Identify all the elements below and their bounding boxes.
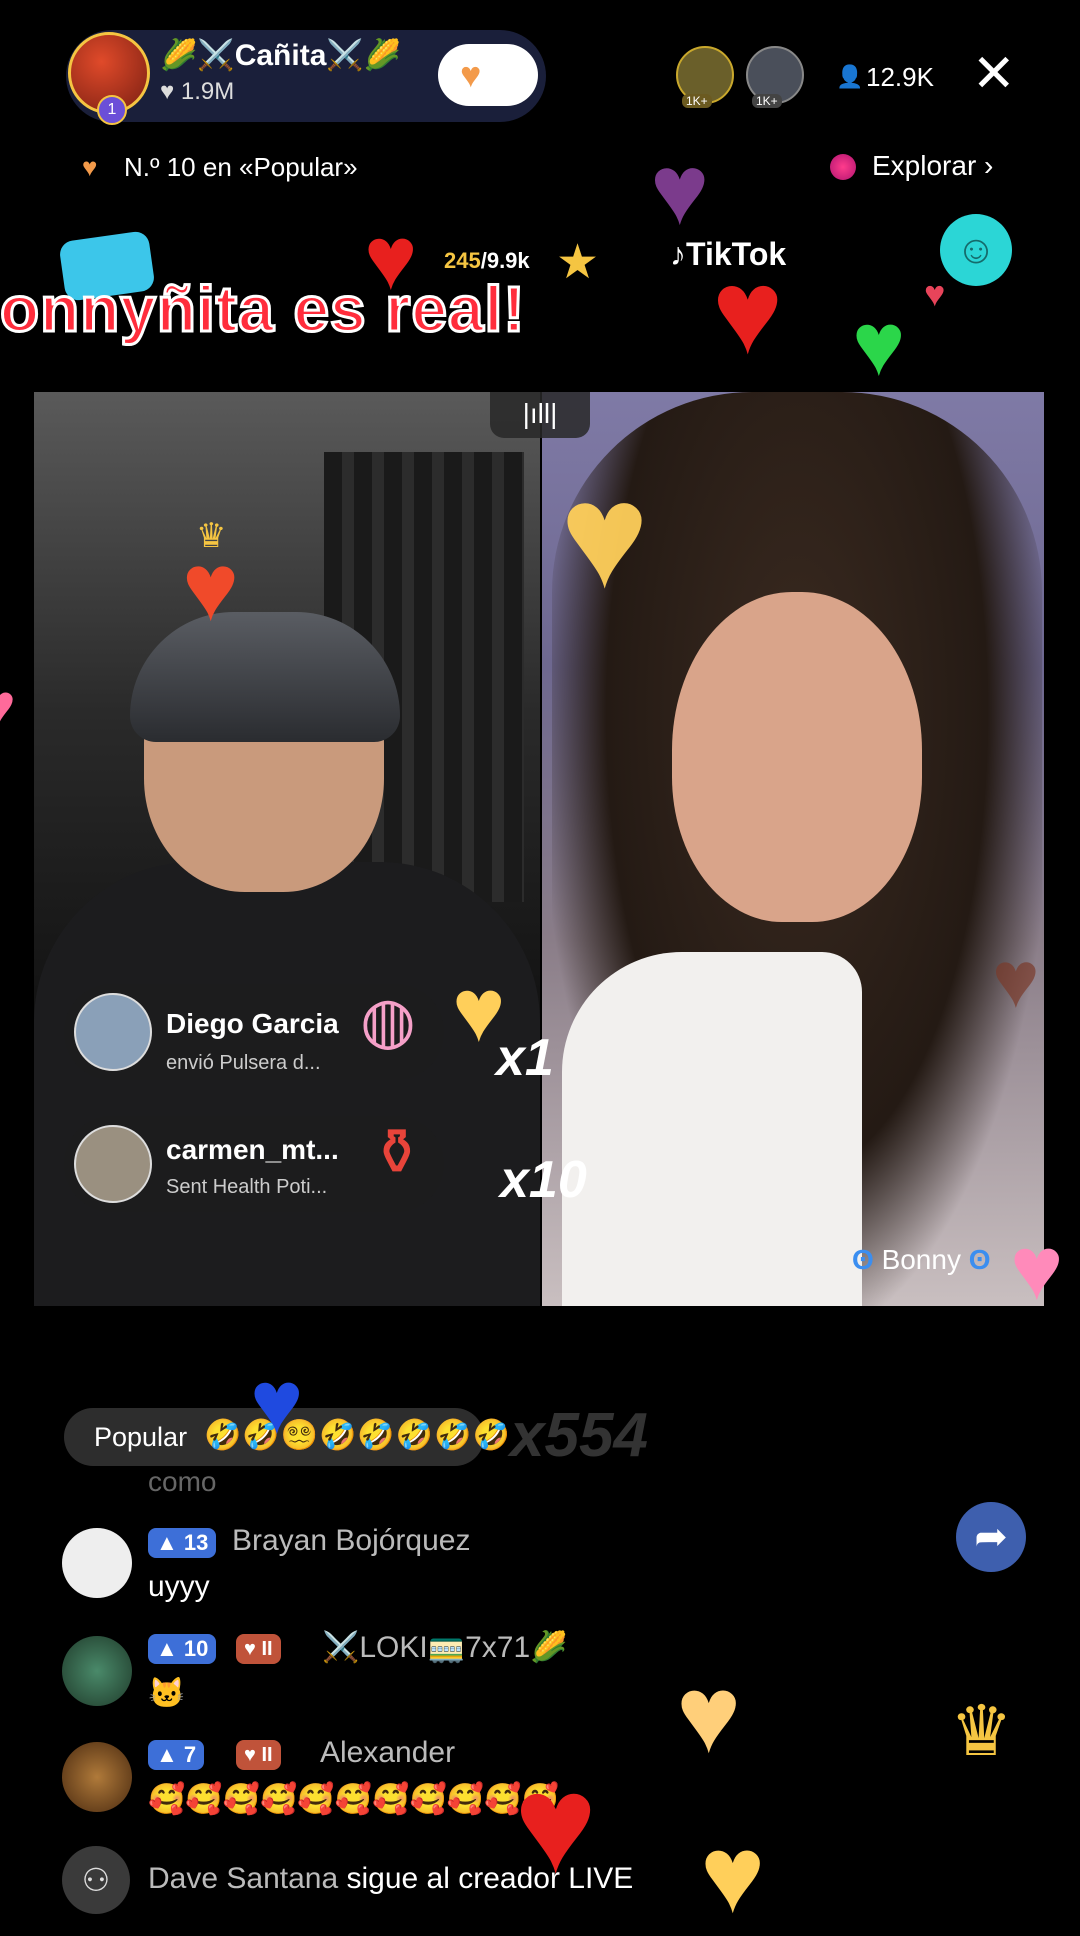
chat-message: 🐱: [148, 1677, 186, 1710]
battle-progress: 245/9.9k: [444, 248, 530, 274]
floating-heart-icon: ♥: [676, 1653, 742, 1776]
user-level-badge: ▲ 7: [148, 1740, 205, 1770]
chat-avatar[interactable]: [62, 1636, 132, 1706]
chat-avatar[interactable]: [62, 1742, 132, 1812]
star-icon: ★: [556, 236, 600, 289]
popular-label: Popular: [94, 1422, 188, 1452]
guest-name: Bonny: [881, 1244, 961, 1275]
user-level: 13: [183, 1530, 209, 1555]
user-level-badge: ▲ 13: [148, 1528, 217, 1558]
fan-club-badge: ♥ II: [236, 1740, 281, 1770]
user-level: 10: [183, 1636, 209, 1661]
floating-heart-icon: ♥: [700, 1813, 766, 1936]
floating-heart-icon: ♥: [712, 245, 784, 379]
gift-description: Sent Health Poti...: [166, 1176, 328, 1198]
chat-message: 🥰🥰🥰🥰🥰🥰🥰🥰🥰🥰🥰: [148, 1783, 559, 1816]
chat-avatar[interactable]: [62, 1528, 132, 1598]
floating-heart-icon: ♥: [452, 961, 506, 1061]
battle-progress-goal: /9.9k: [480, 248, 530, 273]
combo-counter: x554: [510, 1401, 648, 1470]
crown-icon: ♛: [950, 1692, 1013, 1770]
gift-sender-name: carmen_mt...: [166, 1134, 339, 1165]
explore-link[interactable]: Explorar ›: [872, 150, 993, 182]
battle-progress-current: 245: [444, 248, 481, 273]
floating-heart-icon: ♥: [1010, 1219, 1064, 1319]
top-viewer-avatar-2[interactable]: 1K+: [746, 46, 804, 108]
share-icon[interactable]: ➦: [956, 1502, 1026, 1572]
top-viewer-avatar-1[interactable]: 1K+: [676, 46, 734, 108]
gift-description: envió Pulsera d...: [166, 1052, 321, 1074]
guest-name-tag[interactable]: ʘ Bonny ʘ: [852, 1244, 991, 1276]
gift-sender-avatar[interactable]: [74, 1125, 152, 1203]
user-level: 7: [183, 1742, 197, 1767]
person-icon: 👤: [836, 64, 864, 89]
explore-label: Explorar: [872, 150, 977, 181]
popular-heart-icon: ♥: [82, 152, 98, 182]
smiley-balloon-icon[interactable]: ☺: [940, 214, 1012, 286]
overlay-caption: onnyñita es real!: [0, 272, 526, 347]
top-viewer-tag: 1K+: [752, 94, 782, 108]
close-icon[interactable]: ✕: [972, 48, 1016, 100]
floating-heart-icon: ♥: [0, 676, 16, 736]
floating-heart-icon: ♥: [924, 273, 946, 314]
chat-username[interactable]: ⚔️LOKI🚃7x71🌽: [322, 1630, 567, 1665]
chat-message: uyyy: [148, 1570, 210, 1603]
explore-icon: [830, 154, 856, 180]
guest-top: [562, 952, 862, 1306]
bracelet-gift-icon: ◍: [360, 984, 416, 1056]
fan-club-tier: II: [261, 1638, 273, 1660]
top-viewer-tag: 1K+: [682, 94, 712, 108]
gift-multiplier: x10: [500, 1151, 587, 1209]
follow-user-icon: ⚇: [62, 1846, 130, 1914]
floating-heart-icon: ♥: [364, 209, 418, 309]
floating-heart-icon: ♥: [250, 1353, 304, 1453]
user-level-badge: ▲ 10: [148, 1634, 217, 1664]
health-potion-gift-icon: ⚱: [370, 1116, 424, 1188]
chevron-right-icon: ›: [984, 150, 994, 181]
floating-heart-icon: ♥: [514, 1745, 598, 1902]
popular-rank[interactable]: N.º 10 en «Popular»: [124, 152, 358, 183]
floating-heart-icon: ♥: [650, 134, 710, 246]
host-rank-badge: 1: [97, 95, 127, 125]
floating-heart-icon: ♥: [852, 295, 906, 395]
chat-username[interactable]: Alexander: [320, 1736, 455, 1770]
follow-notice-user[interactable]: Dave Santana: [148, 1862, 338, 1895]
host-name: 🌽⚔️Cañita⚔️🌽: [160, 39, 402, 72]
fan-club-heart-icon[interactable]: ♥ 18: [460, 54, 498, 96]
floating-heart-icon: ♥: [992, 935, 1040, 1024]
audio-levels-icon[interactable]: |ıll|: [490, 392, 590, 438]
chat-username[interactable]: Brayan Bojórquez: [232, 1524, 470, 1558]
floating-heart-icon: ♥: [560, 451, 650, 619]
gift-sender-name: Diego Garcia: [166, 1008, 339, 1039]
swirl-icon: ʘ: [968, 1244, 991, 1275]
guest-face: [672, 592, 922, 922]
fan-club-level: 18: [480, 72, 498, 89]
fan-club-badge: ♥ II: [236, 1634, 281, 1664]
crown-icon: ♛: [196, 517, 227, 555]
swirl-icon: ʘ: [852, 1244, 874, 1275]
fan-club-tier: II: [261, 1744, 273, 1766]
viewer-count[interactable]: 12.9K: [866, 62, 934, 93]
gift-sender-avatar[interactable]: [74, 993, 152, 1071]
host-avatar[interactable]: 1: [68, 32, 150, 125]
host-hoodie: [34, 862, 540, 1306]
truncated-message: como: [148, 1466, 217, 1497]
host-likes: ♥ 1.9M: [160, 78, 235, 105]
